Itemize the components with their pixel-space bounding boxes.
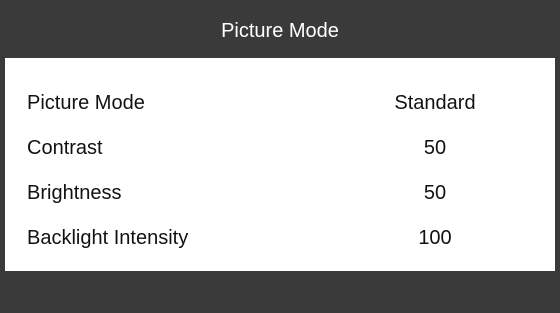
- setting-label: Picture Mode: [27, 92, 145, 114]
- setting-label: Backlight Intensity: [27, 227, 189, 249]
- setting-value[interactable]: Standard: [385, 92, 485, 115]
- menu-footer-bar: [5, 271, 555, 308]
- setting-value[interactable]: 50: [385, 137, 485, 160]
- settings-list: Picture Mode Standard Contrast 50 Bright…: [5, 82, 555, 262]
- setting-row-backlight-intensity[interactable]: Backlight Intensity 100: [5, 217, 555, 262]
- setting-row-picture-mode[interactable]: Picture Mode Standard: [5, 82, 555, 127]
- menu-title-bar: Picture Mode: [5, 5, 555, 58]
- osd-menu-window: Picture Mode Picture Mode Standard Contr…: [0, 0, 560, 313]
- menu-title: Picture Mode: [221, 20, 339, 42]
- setting-row-brightness[interactable]: Brightness 50: [5, 172, 555, 217]
- setting-label: Brightness: [27, 182, 122, 204]
- setting-value[interactable]: 100: [385, 227, 485, 250]
- setting-value[interactable]: 50: [385, 182, 485, 205]
- setting-label: Contrast: [27, 137, 103, 159]
- setting-row-contrast[interactable]: Contrast 50: [5, 127, 555, 172]
